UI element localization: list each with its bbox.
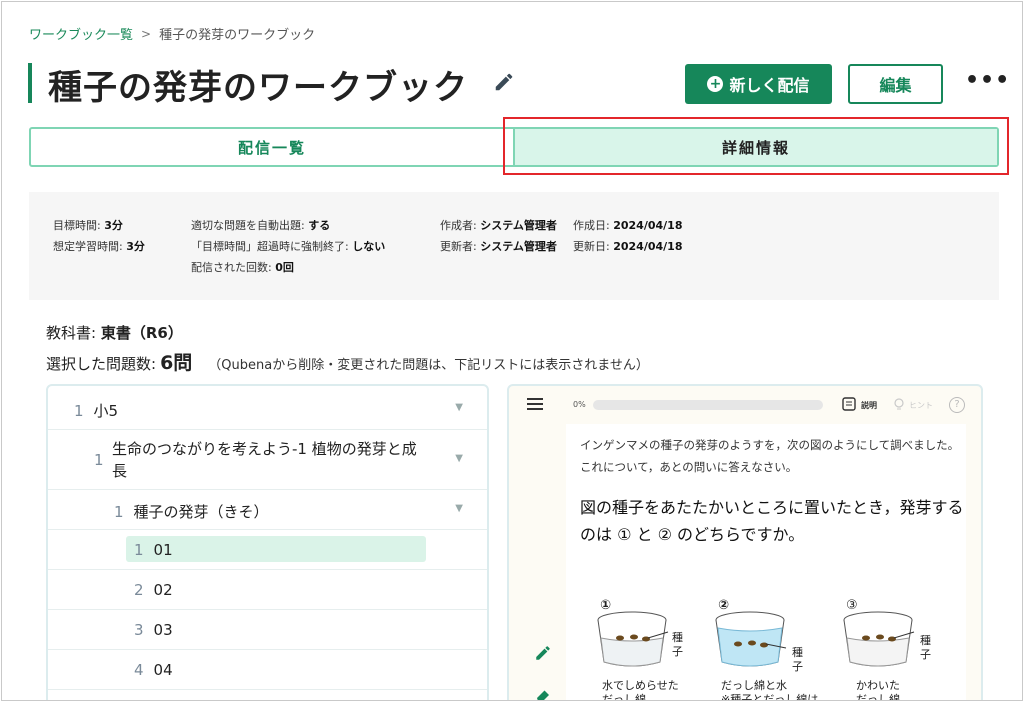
cup-caption-3: かわいた: [856, 679, 900, 692]
tree-node-grade[interactable]: 1 小5 ▼: [48, 386, 487, 430]
tree-question-03[interactable]: 3 03: [48, 610, 487, 650]
app-window: ワークブック一覧 > 種子の発芽のワークブック 種子の発芽のワークブック + 新…: [1, 1, 1023, 701]
page-title: 種子の発芽のワークブック: [48, 68, 468, 108]
edit-button[interactable]: 編集: [848, 64, 943, 104]
question-card: インゲンマメの種子の発芽のようすを，次の図のようにして調べました。これについて，…: [566, 424, 966, 701]
tree-node-unit[interactable]: 1 生命のつながりを考えよう-1 植物の発芽と成長 ▼: [48, 430, 487, 490]
more-options-icon[interactable]: •••: [965, 68, 1010, 93]
explain-label[interactable]: 説明: [861, 400, 877, 411]
breadcrumb-separator: >: [141, 26, 152, 41]
info-delivery-count: 配信された回数: 0回: [191, 261, 294, 274]
cup-caption-1: 水でしめらせた: [602, 679, 679, 692]
info-created-date: 作成日: 2024/04/18: [573, 219, 683, 232]
seed-label-2: 種子: [792, 646, 803, 673]
eraser-tool-icon[interactable]: [534, 686, 552, 701]
cup-illustration-1: [597, 611, 669, 667]
cup-caption-1b: だっし綿: [602, 693, 646, 701]
tree-question-01[interactable]: 1 01: [48, 530, 487, 570]
hint-label[interactable]: ヒント: [909, 400, 933, 411]
cup-caption-2: だっし綿と水: [721, 679, 787, 692]
details-info-panel: 目標時間: 3分 想定学習時間: 3分 適切な問題を自動出題: する 「目標時間…: [29, 192, 999, 300]
chevron-down-icon[interactable]: ▼: [455, 402, 463, 413]
cup-illustration-3: [843, 611, 915, 667]
title-accent-bar: [28, 63, 32, 103]
info-creator: 作成者: システム管理者: [440, 219, 557, 232]
seed-label-3: 種子: [920, 634, 931, 661]
info-expected-time: 想定学習時間: 3分: [53, 240, 145, 253]
breadcrumb: ワークブック一覧 > 種子の発芽のワークブック: [29, 24, 316, 44]
plus-circle-icon: +: [707, 76, 724, 92]
progress-text: 0%: [573, 400, 586, 409]
cup-illustration-2: [715, 611, 787, 667]
pen-tool-icon[interactable]: [534, 644, 552, 662]
tree-question-05[interactable]: 505: [48, 690, 487, 700]
edit-pencil-icon[interactable]: [493, 71, 515, 93]
breadcrumb-current: 種子の発芽のワークブック: [159, 28, 316, 43]
tree-question-04[interactable]: 4 04: [48, 650, 487, 690]
lightbulb-icon[interactable]: [892, 397, 906, 411]
question-tree-panel: 1 小5 ▼ 1 生命のつながりを考えよう-1 植物の発芽と成長 ▼ 1 種子の発芽…: [46, 384, 489, 700]
document-icon[interactable]: [842, 397, 856, 411]
preview-toolbar: 0% 説明 ヒント ?: [509, 386, 981, 422]
info-auto-question: 適切な問題を自動出題: する: [191, 219, 331, 232]
help-icon[interactable]: ?: [949, 397, 965, 413]
info-force-end: 「目標時間」超過時に強制終了: しない: [191, 240, 386, 253]
cup-caption-2b: ※種子とだっし綿は: [721, 693, 819, 701]
question-preview-panel: 0% 説明 ヒント ? インゲンマメの種子の発芽のようすを，次の図のようにして調…: [507, 384, 983, 701]
seed-label-1: 種子: [672, 631, 683, 658]
tree-node-topic[interactable]: 1 種子の発芽（きそ） ▼: [48, 490, 487, 530]
question-main: 図の種子をあたたかいところに置いたとき，発芽するのは ① と ② のどちらですか…: [580, 498, 964, 544]
progress-bar: [593, 400, 823, 410]
new-delivery-label: 新しく配信: [729, 76, 810, 95]
chevron-down-icon[interactable]: ▼: [455, 453, 463, 464]
new-delivery-button[interactable]: + 新しく配信: [685, 64, 832, 104]
selected-count-line: 選択した問題数: 6問 （Qubenaから削除・変更された問題は、下記リストには…: [46, 348, 649, 375]
info-updated-date: 更新日: 2024/04/18: [573, 240, 683, 253]
info-updater: 更新者: システム管理者: [440, 240, 557, 253]
cup-caption-3b: だっし綿: [856, 693, 900, 701]
tree-question-02[interactable]: 2 02: [48, 570, 487, 610]
selection-note: （Qubenaから削除・変更された問題は、下記リストには表示されません）: [208, 358, 649, 373]
selected-count: 6問: [160, 352, 193, 374]
textbook-line: 教科書: 東書（R6）: [46, 324, 183, 342]
info-target-time: 目標時間: 3分: [53, 219, 123, 232]
tab-delivery-list[interactable]: 配信一覧: [31, 129, 513, 165]
question-intro: インゲンマメの種子の発芽のようすを，次の図のようにして調べました。これについて，…: [580, 438, 960, 474]
menu-icon[interactable]: [527, 397, 543, 411]
highlight-box: [503, 117, 1009, 175]
breadcrumb-link-workbooks[interactable]: ワークブック一覧: [29, 24, 133, 43]
chevron-down-icon[interactable]: ▼: [455, 503, 463, 514]
